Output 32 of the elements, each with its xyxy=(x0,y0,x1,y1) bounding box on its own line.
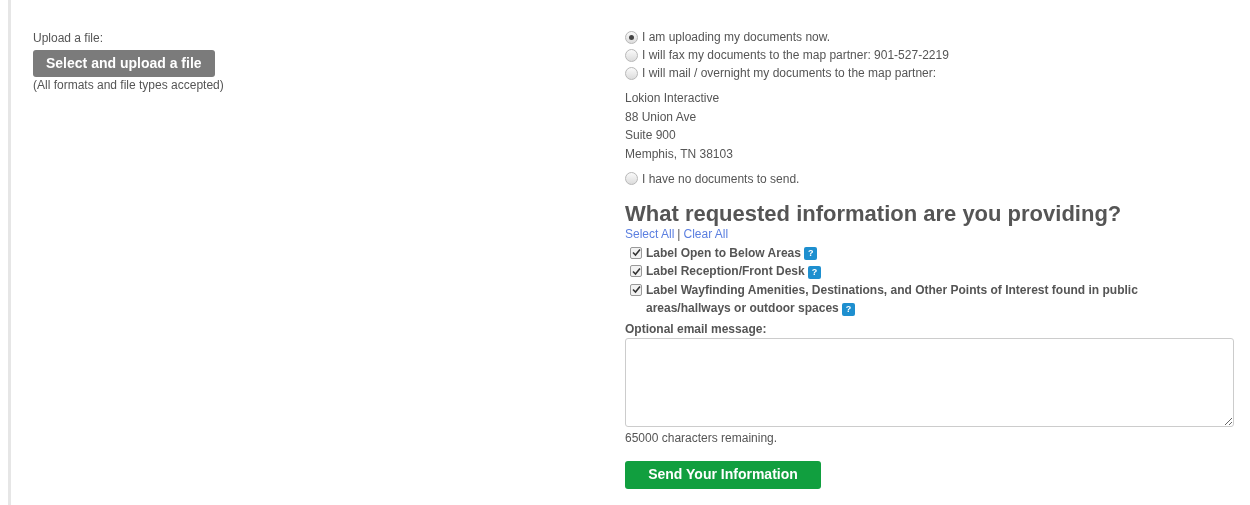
item-label: Label Open to Below Areas ? xyxy=(646,243,818,263)
checkbox[interactable] xyxy=(630,265,642,278)
help-icon[interactable]: ? xyxy=(804,247,818,261)
help-icon[interactable]: ? xyxy=(842,302,856,316)
item-label: Label Reception/Front Desk ? xyxy=(646,262,822,281)
option-label: I am uploading my documents now. xyxy=(642,29,831,46)
address-line: Memphis, TN 38103 xyxy=(625,146,734,164)
radio-button[interactable] xyxy=(625,30,638,44)
radio-button[interactable] xyxy=(625,48,638,62)
link-separator: | xyxy=(677,226,681,241)
checkbox[interactable] xyxy=(630,246,642,259)
message-label: Optional email message: xyxy=(625,320,768,337)
upload-button[interactable]: Select and upload a file xyxy=(33,50,215,77)
select-all-link[interactable]: Select All xyxy=(625,226,675,241)
radio-button[interactable] xyxy=(625,66,638,80)
formats-note: (All formats and file types accepted) xyxy=(33,78,225,92)
message-field[interactable] xyxy=(625,337,1234,427)
option-label: I will fax my documents to the map partner: 901-527-2219 xyxy=(642,47,949,64)
help-icon[interactable]: ? xyxy=(808,265,822,279)
address-line: 88 Union Ave xyxy=(625,108,698,126)
address-line: Suite 900 xyxy=(625,127,677,145)
characters-remaining: 65000 characters remaining. xyxy=(625,430,779,445)
item-label: Label Wayfinding Amenities, Destinations, and Other Points of Interest found in public areas/hallways or outdoor spaces ? xyxy=(646,281,1139,318)
send-button[interactable]: Send Your Information xyxy=(625,460,821,489)
upload-label: Upload a file: xyxy=(33,31,105,45)
address-line: Lokion Interactive xyxy=(625,90,721,107)
option-label: I will mail / overnight my documents to the map partner: xyxy=(642,65,937,82)
clear-all-link[interactable]: Clear All xyxy=(683,226,729,241)
option-label: I have no documents to send. xyxy=(642,170,800,188)
checkbox[interactable] xyxy=(630,283,642,296)
section-heading: What requested information are you providing? xyxy=(625,200,1123,227)
radio-button[interactable] xyxy=(625,172,638,186)
